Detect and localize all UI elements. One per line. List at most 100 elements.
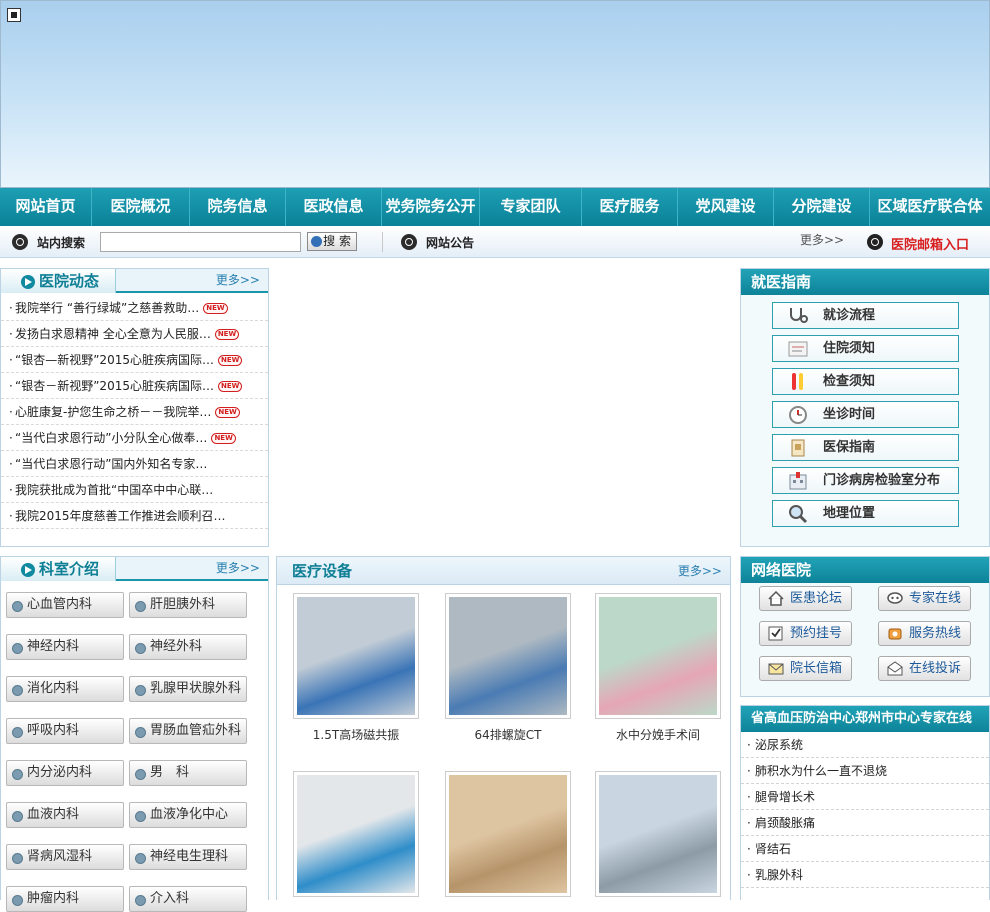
search-bar: 站内搜索 搜 索 网站公告 更多>> 医院邮箱入口: [0, 226, 990, 258]
nav-item-party-style[interactable]: 党风建设: [678, 188, 774, 226]
nav-item-affairs[interactable]: 院务信息: [190, 188, 286, 226]
equipment-photo[interactable]: [595, 593, 721, 719]
nav-item-branches[interactable]: 分院建设: [774, 188, 870, 226]
guide-item-label: 住院须知: [823, 341, 876, 356]
director-mailbox-button[interactable]: 院长信箱: [759, 656, 852, 681]
nav-item-overview[interactable]: 医院概况: [92, 188, 190, 226]
dept-button[interactable]: 血液内科: [6, 802, 124, 828]
hotline-button[interactable]: 服务热线: [878, 621, 971, 646]
nav-item-regional-alliance[interactable]: 区域医疗联合体: [870, 188, 990, 226]
appointment-button[interactable]: 预约挂号: [759, 621, 852, 646]
nav-item-medical-admin[interactable]: 医政信息: [286, 188, 382, 226]
expert-item[interactable]: 肾结石: [741, 836, 989, 862]
depts-more-link[interactable]: 更多>>: [216, 559, 260, 576]
document-icon: [788, 341, 808, 357]
search-button[interactable]: 搜 索: [307, 232, 357, 251]
dept-button[interactable]: 心血管内科: [6, 592, 124, 618]
guide-exam-button[interactable]: 检查须知: [772, 368, 959, 395]
envelope-open-icon: [887, 661, 903, 676]
network-item-label: 专家在线: [909, 591, 962, 606]
nav-item-party-affairs[interactable]: 党务院务公开: [382, 188, 480, 226]
notice-label: 网站公告: [426, 236, 475, 250]
guide-item-label: 医保指南: [823, 440, 876, 455]
dept-button[interactable]: 消化内科: [6, 676, 124, 702]
experts-list: 泌尿系统 肺积水为什么一直不退烧 腿骨增长术 肩颈酸胀痛 肾结石 乳腺外科: [741, 732, 989, 888]
search-input[interactable]: [100, 232, 301, 252]
experts-title: 省高血压防治中心郑州市中心专家在线: [741, 706, 989, 732]
equipment-more-link[interactable]: 更多>>: [678, 557, 722, 585]
nav-item-experts[interactable]: 专家团队: [480, 188, 582, 226]
dept-button[interactable]: 乳腺甲状腺外科: [129, 676, 247, 702]
guide-inpatient-button[interactable]: 住院须知: [772, 335, 959, 362]
mailbox-link[interactable]: 医院邮箱入口: [891, 234, 969, 253]
news-item[interactable]: 心脏康复-护您生命之桥－－我院举…NEW: [1, 399, 268, 425]
guide-location-button[interactable]: 地理位置: [772, 500, 959, 527]
guide-item-label: 坐诊时间: [823, 407, 876, 422]
expert-item[interactable]: 泌尿系统: [741, 732, 989, 758]
equipment-photo[interactable]: [445, 593, 571, 719]
magnifier-icon: [789, 505, 808, 524]
expert-online-button[interactable]: 专家在线: [878, 586, 971, 611]
expert-item[interactable]: 肩颈酸胀痛: [741, 810, 989, 836]
news-item[interactable]: 发扬白求恩精神 全心全意为人民服…NEW: [1, 321, 268, 347]
dept-button[interactable]: 神经内科: [6, 634, 124, 660]
chat-icon: [887, 592, 903, 604]
delivery-room-image: [599, 597, 717, 715]
dept-button[interactable]: 神经外科: [129, 634, 247, 660]
dept-button[interactable]: 神经电生理科: [129, 844, 247, 870]
notice-icon: [401, 234, 417, 250]
dept-button[interactable]: 内分泌内科: [6, 760, 124, 786]
news-item[interactable]: 我院举行 “善行绿城”之慈善救助…NEW: [1, 295, 268, 321]
dept-button[interactable]: 男 科: [129, 760, 247, 786]
news-item[interactable]: 我院获批成为首批“中国卒中中心联…: [1, 477, 268, 503]
news-more-link[interactable]: 更多>>: [216, 271, 260, 288]
expert-item[interactable]: 乳腺外科: [741, 862, 989, 888]
dept-button[interactable]: 肿瘤内科: [6, 886, 124, 912]
dept-button[interactable]: 胃肠血管疝外科: [129, 718, 247, 744]
expert-item[interactable]: 肺积水为什么一直不退烧: [741, 758, 989, 784]
news-item[interactable]: 我院2015年度慈善工作推进会顺利召…: [1, 503, 268, 529]
guide-hours-button[interactable]: 坐诊时间: [772, 401, 959, 428]
depts-title-text: 科室介绍: [39, 560, 100, 578]
imaging-device-image: [449, 775, 567, 893]
equipment-caption: 64排螺旋CT: [474, 728, 542, 742]
equipment-photo[interactable]: [595, 771, 721, 897]
news-panel: 医院动态 更多>> 我院举行 “善行绿城”之慈善救助…NEW 发扬白求恩精神 全…: [0, 268, 269, 547]
guide-title: 就医指南: [741, 269, 989, 295]
news-item[interactable]: “当代白求恩行动”国内外知名专家…: [1, 451, 268, 477]
dept-button[interactable]: 血液净化中心: [129, 802, 247, 828]
news-item[interactable]: “银杏—新视野”2015心脏疾病国际…NEW: [1, 347, 268, 373]
phone-icon: [888, 628, 902, 640]
equipment-title-bar: 医疗设备 更多>>: [277, 557, 730, 585]
guide-process-button[interactable]: 就诊流程: [772, 302, 959, 329]
network-item-label: 医患论坛: [790, 591, 843, 606]
dept-button[interactable]: 呼吸内科: [6, 718, 124, 744]
equipment-photo[interactable]: [293, 593, 419, 719]
guide-insurance-button[interactable]: 医保指南: [772, 434, 959, 461]
depts-panel: 科室介绍 更多>> 心血管内科 肝胆胰外科 神经内科 神经外科 消化内科 乳腺甲…: [0, 556, 269, 912]
test-tube-icon: [792, 373, 803, 390]
new-badge: NEW: [217, 355, 243, 366]
network-item-label: 院长信箱: [790, 661, 843, 676]
main-nav: 网站首页 医院概况 院务信息 医政信息 党务院务公开 专家团队 医疗服务 党风建…: [0, 188, 990, 226]
laboratory-image: [599, 775, 717, 893]
news-item[interactable]: “银杏－新视野”2015心脏疾病国际…NEW: [1, 373, 268, 399]
equipment-photo[interactable]: [293, 771, 419, 897]
notice-more-link[interactable]: 更多>>: [800, 231, 844, 248]
nav-item-services[interactable]: 医疗服务: [582, 188, 678, 226]
new-badge: NEW: [203, 303, 228, 314]
dept-button[interactable]: 介入科: [129, 886, 247, 912]
forum-button[interactable]: 医患论坛: [759, 586, 852, 611]
guide-layout-button[interactable]: 门诊病房检验室分布: [772, 467, 959, 494]
nav-item-home[interactable]: 网站首页: [0, 188, 92, 226]
ct-image: [449, 597, 567, 715]
complaint-button[interactable]: 在线投诉: [878, 656, 971, 681]
clock-icon: [789, 406, 807, 424]
expert-item[interactable]: 腿骨增长术: [741, 784, 989, 810]
news-title: 医院动态: [1, 269, 117, 293]
dept-button[interactable]: 肝胆胰外科: [129, 592, 247, 618]
search-label: 站内搜索: [37, 236, 86, 250]
dept-button[interactable]: 肾病风湿科: [6, 844, 124, 870]
equipment-photo[interactable]: [445, 771, 571, 897]
news-item[interactable]: “当代白求恩行动”小分队全心做奉…NEW: [1, 425, 268, 451]
